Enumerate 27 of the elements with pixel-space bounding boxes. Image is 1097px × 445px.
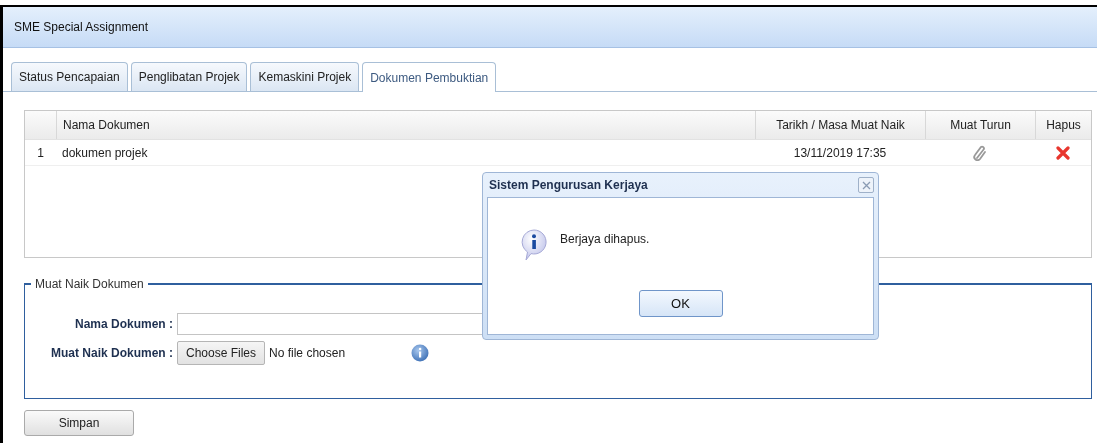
field-label: Muat Naik Dokumen : xyxy=(50,346,173,360)
window-title: SME Special Assignment xyxy=(14,20,149,34)
ok-button[interactable]: OK xyxy=(638,290,723,317)
table-cell: dokumen projek xyxy=(62,145,148,160)
dialog-message: Berjaya dihapus. xyxy=(560,232,650,246)
panel-legend: Muat Naik Dokumen xyxy=(31,277,148,291)
file-status: No file chosen xyxy=(269,346,346,360)
info-icon xyxy=(520,228,548,262)
paperclip-icon[interactable] xyxy=(973,144,987,161)
table-cell: 13/11/2019 17:35 xyxy=(793,145,887,160)
column-header: Tarikh / Masa Muat Naik xyxy=(776,118,905,132)
dialog-title: Sistem Pengurusan Kerjaya xyxy=(489,178,648,192)
row-number: 1 xyxy=(37,145,44,160)
delete-icon[interactable] xyxy=(1056,145,1070,160)
info-icon[interactable] xyxy=(411,344,430,362)
tab[interactable]: Status Pencapaian xyxy=(11,62,128,91)
choose-files-button[interactable]: Choose Files xyxy=(177,341,266,365)
column-header: Muat Turun xyxy=(950,118,1011,132)
save-button[interactable]: Simpan xyxy=(24,410,134,436)
tab[interactable]: Kemaskini Projek xyxy=(250,62,360,91)
column-header: Nama Dokumen xyxy=(63,118,150,132)
close-icon xyxy=(861,180,871,190)
tab[interactable]: Penglibatan Projek xyxy=(130,62,248,91)
column-header: Hapus xyxy=(1046,118,1081,132)
field-label: Nama Dokumen : xyxy=(73,317,173,331)
tab[interactable]: Dokumen Pembuktian xyxy=(362,62,497,92)
close-button[interactable] xyxy=(858,177,874,193)
